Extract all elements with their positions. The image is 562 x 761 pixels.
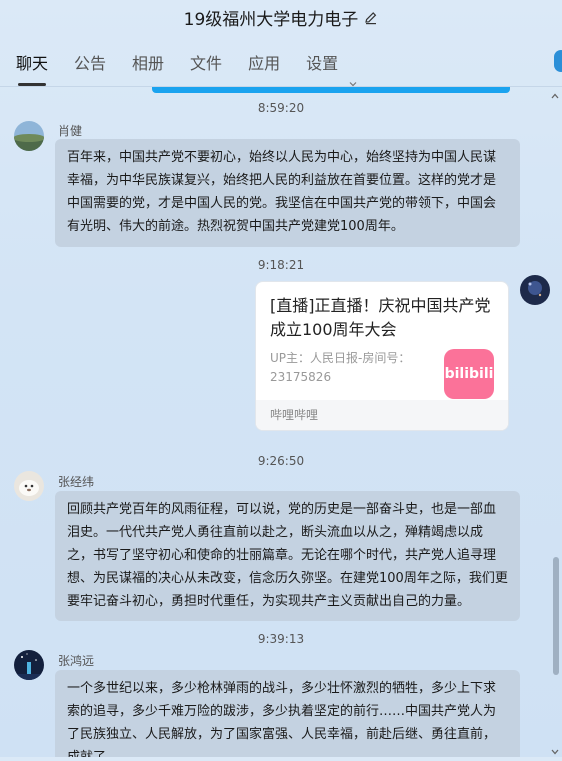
sender-name: 张经纬 — [58, 475, 95, 489]
tab-label: 相册 — [132, 54, 165, 73]
tab-settings[interactable]: 设置 — [306, 42, 357, 86]
scroll-down-icon[interactable] — [550, 742, 560, 755]
tab-label: 公告 — [74, 54, 107, 73]
message-timestamp: 9:39:13 — [257, 632, 305, 646]
sender-name: 张鸿远 — [58, 654, 95, 668]
avatar[interactable] — [14, 650, 44, 680]
message-timestamp: 9:26:50 — [257, 454, 305, 468]
card-title: [直播]正直播！庆祝中国共产党成立100周年大会 — [270, 296, 491, 339]
window-title-bar: 19级福州大学电力电子 — [0, 0, 562, 34]
message-bubble[interactable]: 百年来，中国共产党不要初心，始终以人民为中心，始终坚持为中国人民谋幸福，为中华民… — [55, 139, 520, 247]
message-text: 百年来，中国共产党不要初心，始终以人民为中心，始终坚持为中国人民谋幸福，为中华民… — [67, 150, 497, 234]
message-timestamp: 9:18:21 — [257, 258, 305, 272]
message-text: 回顾共产党百年的风雨征程，可以说，党的历史是一部奋斗史，也是一部血泪史。一代代共… — [67, 502, 508, 609]
tab-files[interactable]: 文件 — [190, 42, 222, 86]
message-bubble[interactable]: 回顾共产党百年的风雨征程，可以说，党的历史是一部奋斗史，也是一部血泪史。一代代共… — [55, 491, 520, 621]
tab-announcement[interactable]: 公告 — [74, 42, 106, 86]
shared-link-card[interactable]: [直播]正直播！庆祝中国共产党成立100周年大会 UP主：人民日报-房间号：23… — [255, 281, 509, 431]
bilibili-logo-icon: bilibili — [444, 349, 494, 399]
previous-message-edge — [152, 87, 510, 93]
chevron-down-icon — [349, 61, 357, 86]
group-title: 19级福州大学电力电子 — [183, 9, 359, 30]
tab-apps[interactable]: 应用 — [248, 42, 280, 86]
chat-message-list[interactable]: 8:59:20 肖健 百年来，中国共产党不要初心，始终以人民为中心，始终坚持为中… — [0, 87, 550, 757]
avatar[interactable] — [14, 121, 44, 151]
tab-label: 应用 — [248, 54, 281, 73]
tab-label: 文件 — [190, 54, 223, 73]
card-source: 哔哩哔哩 — [256, 400, 508, 430]
scrollbar-thumb[interactable] — [553, 557, 559, 675]
card-subtitle: UP主：人民日报-房间号：23175826 — [270, 351, 411, 384]
avatar[interactable] — [520, 275, 550, 305]
side-panel-toggle[interactable] — [554, 50, 562, 72]
tab-label: 设置 — [306, 54, 339, 73]
edit-icon[interactable] — [364, 10, 378, 25]
message-bubble[interactable]: 一个多世纪以来，多少枪林弹雨的战斗，多少壮怀激烈的牺牲，多少上下求索的追寻，多少… — [55, 670, 520, 757]
tab-label: 聊天 — [16, 54, 49, 73]
sender-name: 肖健 — [58, 124, 83, 138]
chat-scrollbar[interactable] — [552, 90, 560, 757]
message-timestamp: 8:59:20 — [257, 101, 305, 115]
avatar[interactable] — [14, 471, 44, 501]
tab-bar: 聊天 公告 相册 文件 应用 设置 — [0, 42, 562, 87]
message-text: 一个多世纪以来，多少枪林弹雨的战斗，多少壮怀激烈的牺牲，多少上下求索的追寻，多少… — [67, 681, 497, 757]
tab-album[interactable]: 相册 — [132, 42, 164, 86]
tab-chat[interactable]: 聊天 — [16, 42, 48, 86]
